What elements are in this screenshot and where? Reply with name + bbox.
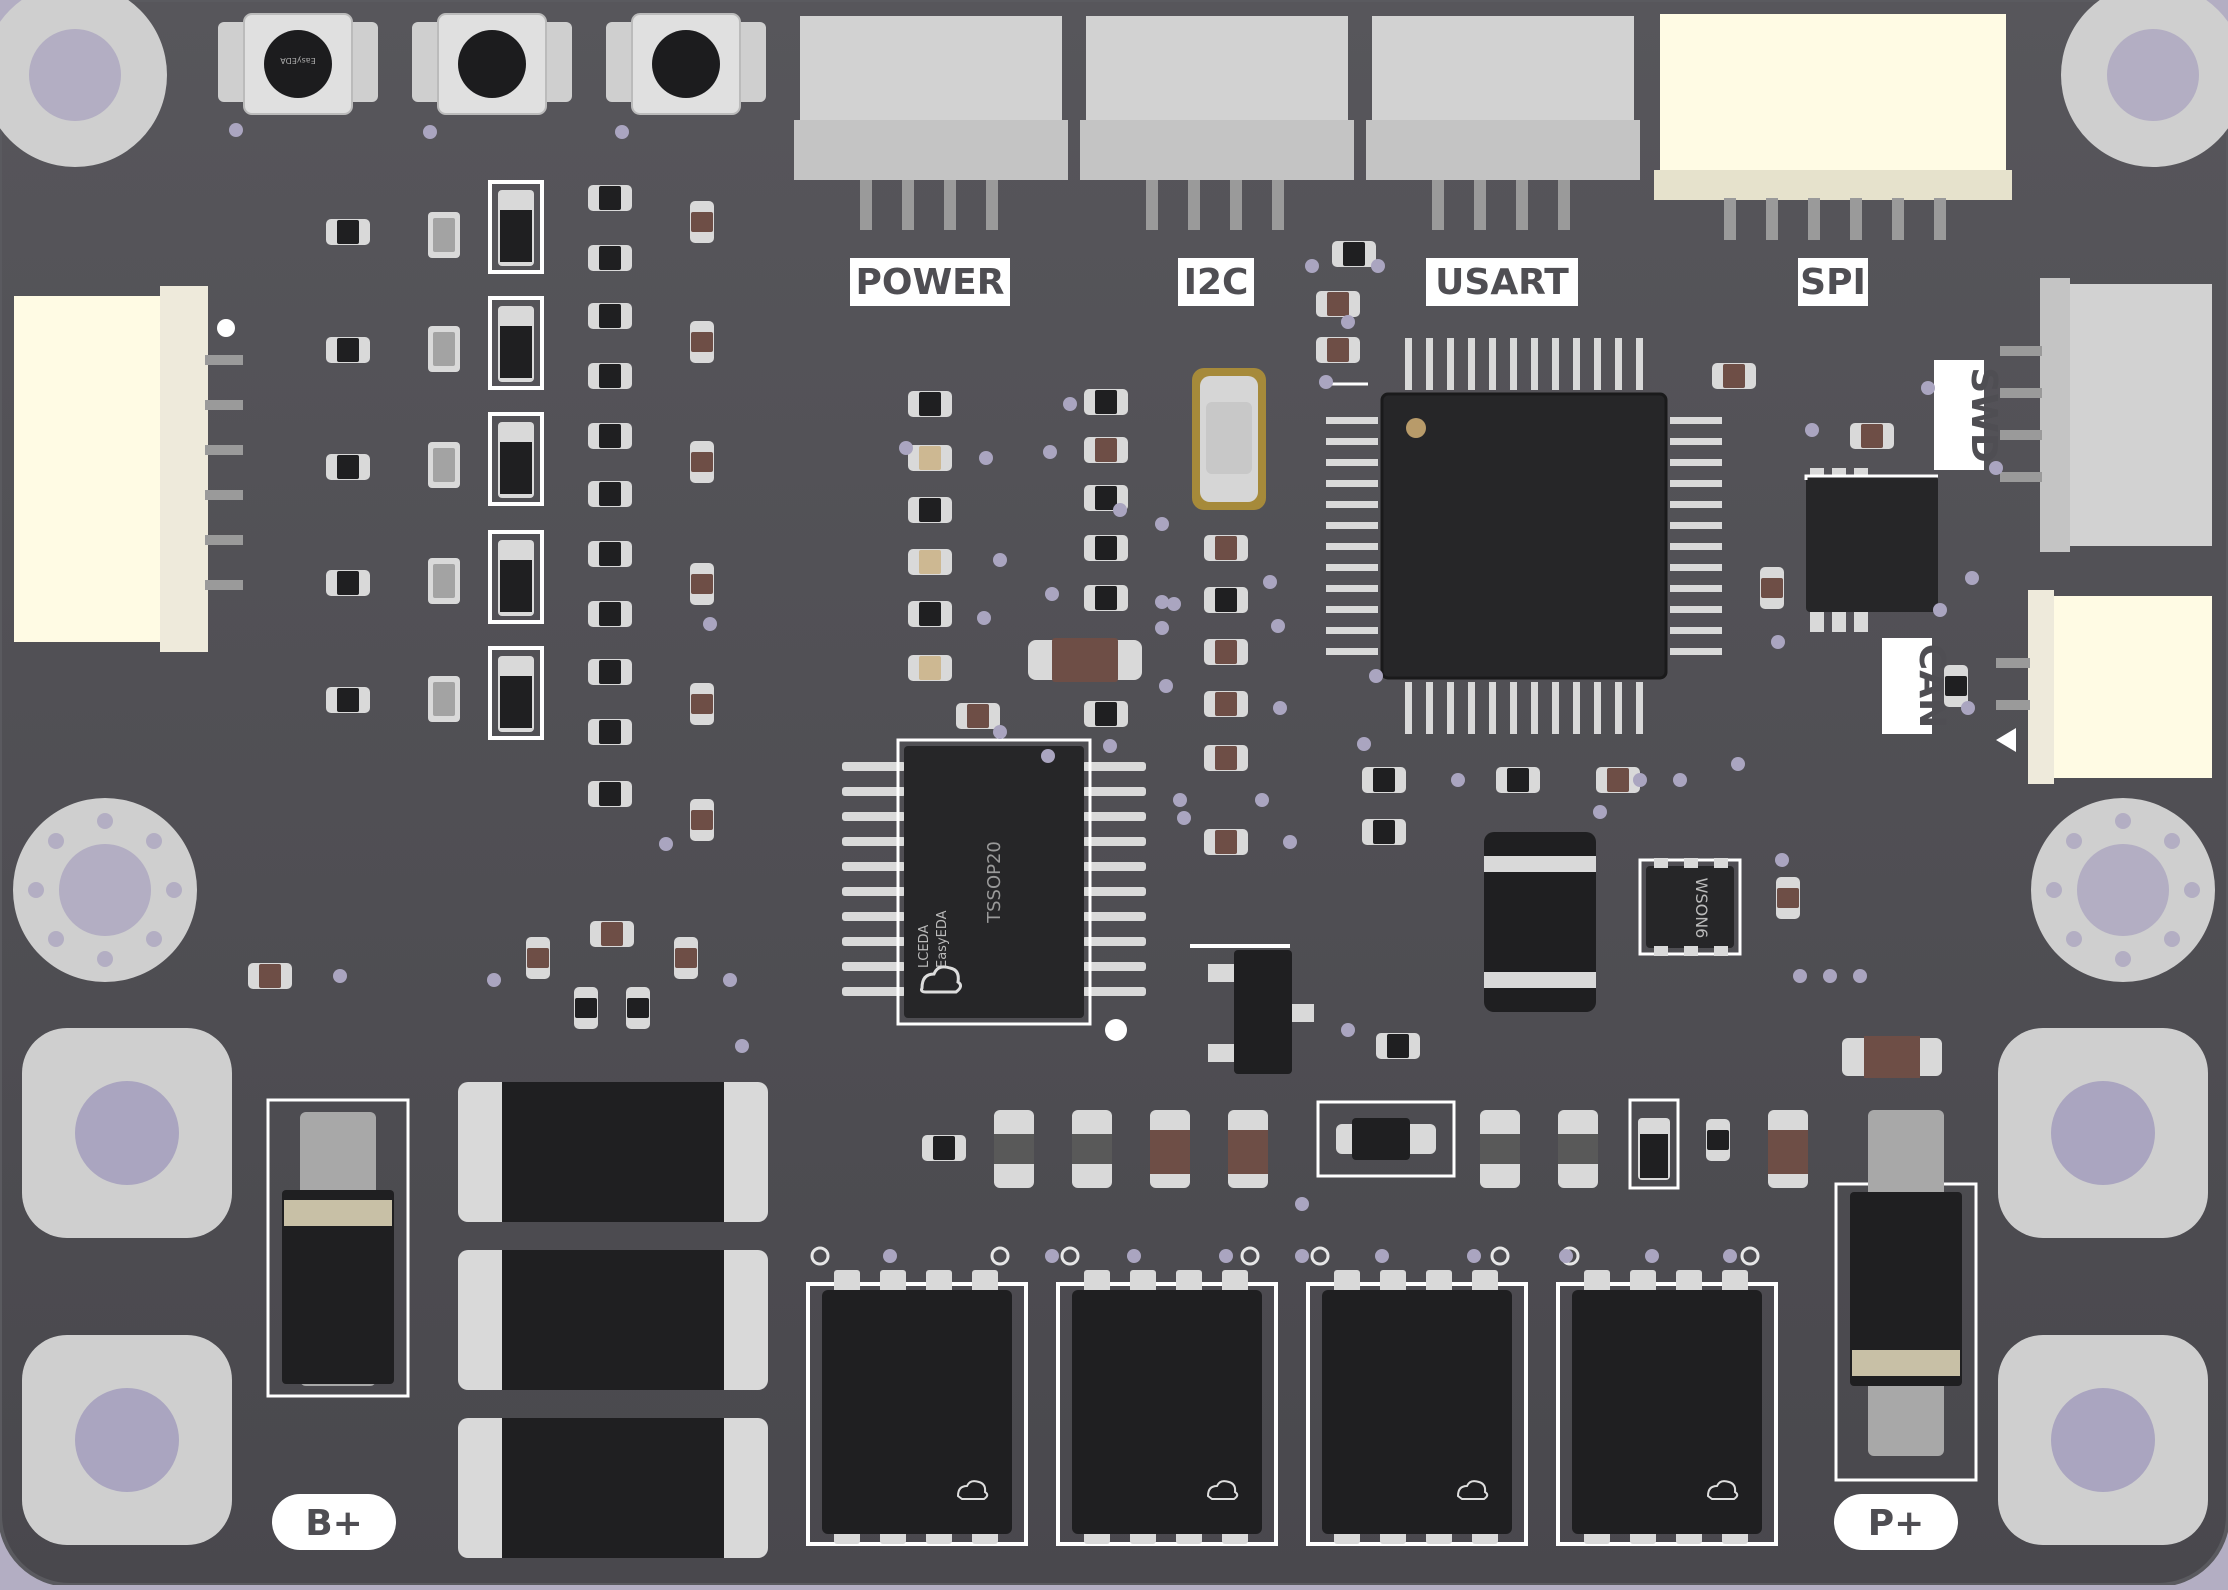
pcb-board: EasyEDA POWER I2C USART SPI SWD CAN B+ P… xyxy=(0,0,2228,1587)
svg-text:EasyEDA: EasyEDA xyxy=(935,910,950,968)
svg-text:WSON6: WSON6 xyxy=(1692,878,1711,939)
pack-pad-bottom xyxy=(1998,1335,2208,1545)
wson-package-label: WSON6 xyxy=(1692,878,1711,939)
mounting-hole-icon xyxy=(13,798,197,982)
p-plus-label: P+ xyxy=(1834,1494,1958,1550)
resistor-large xyxy=(1028,638,1142,682)
pin1-dot-icon xyxy=(1406,418,1426,438)
power-label: POWER xyxy=(850,258,1010,306)
swd-label: SWD xyxy=(1934,360,2004,470)
push-button[interactable] xyxy=(412,13,572,115)
svg-text:LCEDA: LCEDA xyxy=(917,925,932,968)
pin1-dot-icon xyxy=(1105,1019,1127,1041)
battery-pad-bottom xyxy=(22,1335,232,1545)
b-plus-label: B+ xyxy=(272,1494,396,1550)
can-label: CAN xyxy=(1882,638,1952,734)
push-button[interactable] xyxy=(606,13,766,115)
shunt-resistor xyxy=(458,1250,768,1390)
tssop-package-label: TSSOP20 xyxy=(984,841,1005,924)
mosfet-driver-wson6 xyxy=(1638,858,1742,956)
regulator-ic-soic8 xyxy=(1804,468,1938,632)
can-connector[interactable] xyxy=(1996,590,2212,784)
svg-text:USART: USART xyxy=(1435,262,1569,303)
svg-text:SPI: SPI xyxy=(1800,262,1866,303)
pack-pad-top xyxy=(1998,1028,2208,1238)
i2c-label: I2C xyxy=(1178,258,1254,306)
svg-text:SWD: SWD xyxy=(1963,367,2004,463)
svg-text:P+: P+ xyxy=(1868,1503,1925,1544)
svg-text:TSSOP20: TSSOP20 xyxy=(984,841,1005,924)
crystal-oscillator xyxy=(1192,368,1266,510)
svg-text:POWER: POWER xyxy=(855,262,1004,303)
pcb-render: EasyEDA POWER I2C USART SPI SWD CAN B+ P… xyxy=(0,0,2228,1587)
shunt-resistor xyxy=(458,1082,768,1222)
svg-text:B+: B+ xyxy=(305,1503,363,1544)
svg-text:EasyEDA: EasyEDA xyxy=(280,56,316,65)
shunt-resistor xyxy=(458,1418,768,1558)
push-button[interactable]: EasyEDA xyxy=(218,13,378,115)
battery-pad-top xyxy=(22,1028,232,1238)
spi-label: SPI xyxy=(1798,258,1868,306)
svg-text:I2C: I2C xyxy=(1184,262,1249,303)
usart-label: USART xyxy=(1426,258,1578,306)
mounting-hole-icon xyxy=(2031,798,2215,982)
power-inductor xyxy=(1484,832,1596,1012)
